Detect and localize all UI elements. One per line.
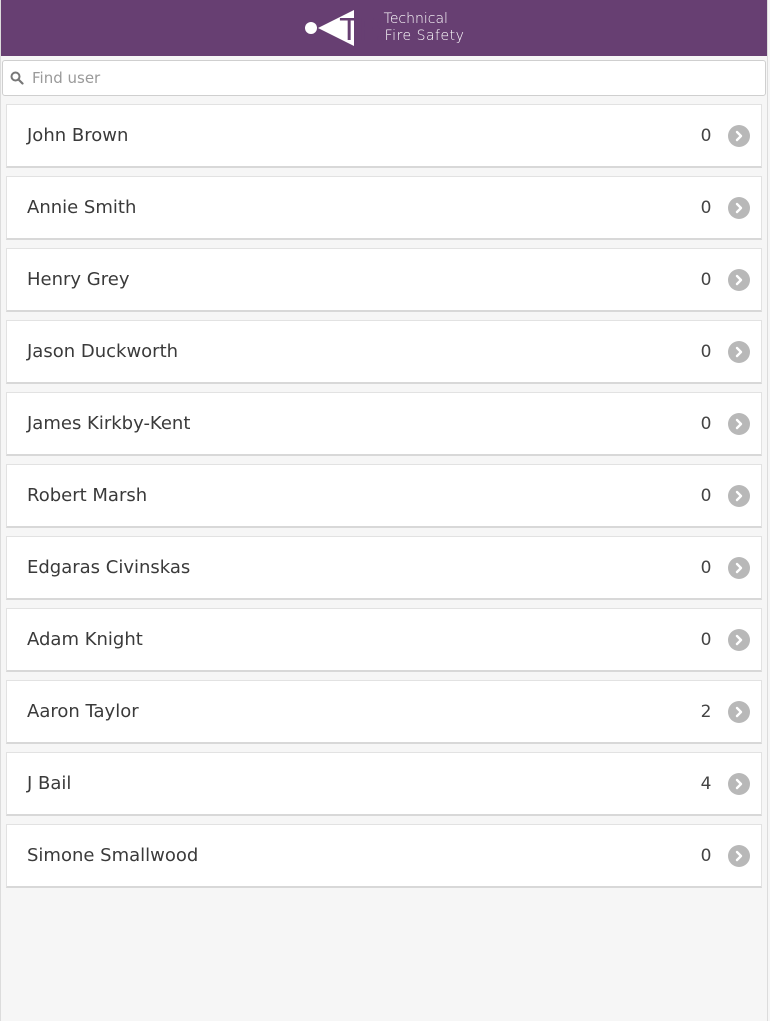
chevron-right-circle-icon[interactable] [728, 556, 750, 579]
user-row[interactable]: Henry Grey 0 [6, 248, 762, 312]
user-count: 0 [700, 557, 712, 578]
user-name: J Bail [27, 773, 72, 794]
user-name: James Kirkby-Kent [27, 413, 191, 434]
user-row[interactable]: Simone Smallwood 0 [6, 824, 762, 888]
chevron-right-circle-icon[interactable] [728, 124, 750, 147]
user-row[interactable]: Edgaras Civinskas 0 [6, 536, 762, 600]
user-name: Adam Knight [27, 629, 143, 650]
user-row[interactable]: James Kirkby-Kent 0 [6, 392, 762, 456]
user-row[interactable]: John Brown 0 [6, 104, 762, 168]
user-row[interactable]: Annie Smith 0 [6, 176, 762, 240]
user-row[interactable]: Robert Marsh 0 [6, 464, 762, 528]
user-row[interactable]: Adam Knight 0 [6, 608, 762, 672]
app-page: TFS Technical Fire Safety John Brown 0 [0, 0, 768, 1021]
logo-line-2: Fire Safety [384, 28, 465, 44]
user-count: 0 [700, 197, 712, 218]
chevron-right-circle-icon[interactable] [728, 700, 750, 723]
app-header: TFS Technical Fire Safety [1, 0, 767, 56]
logo-mark-text: TFS [339, 13, 382, 48]
user-name: Annie Smith [27, 197, 137, 218]
user-name: Jason Duckworth [27, 341, 179, 362]
user-count: 0 [700, 269, 712, 290]
user-row[interactable]: J Bail 4 [6, 752, 762, 816]
user-count: 2 [700, 701, 712, 722]
search-icon [6, 71, 28, 85]
user-name: Edgaras Civinskas [27, 557, 191, 578]
user-list: John Brown 0 Annie Smith 0 Henry Grey 0 … [1, 104, 767, 888]
user-count: 0 [700, 413, 712, 434]
chevron-right-circle-icon[interactable] [728, 772, 750, 795]
user-name: Simone Smallwood [27, 845, 199, 866]
search-input[interactable] [28, 63, 765, 93]
chevron-right-circle-icon[interactable] [728, 628, 750, 651]
user-name: John Brown [27, 125, 129, 146]
user-count: 0 [700, 845, 712, 866]
user-name: Henry Grey [27, 269, 130, 290]
user-name: Robert Marsh [27, 485, 148, 506]
chevron-right-circle-icon[interactable] [728, 412, 750, 435]
logo-text: Technical Fire Safety [384, 11, 465, 45]
chevron-right-circle-icon[interactable] [728, 340, 750, 363]
tfs-logo: TFS Technical Fire Safety [304, 8, 465, 48]
user-count: 0 [700, 125, 712, 146]
user-count: 0 [700, 341, 712, 362]
tfs-logo-mark-icon: TFS [304, 10, 382, 48]
chevron-right-circle-icon[interactable] [728, 484, 750, 507]
user-row[interactable]: Jason Duckworth 0 [6, 320, 762, 384]
chevron-right-circle-icon[interactable] [728, 844, 750, 867]
user-row[interactable]: Aaron Taylor 2 [6, 680, 762, 744]
search-bar [2, 60, 766, 96]
user-count: 0 [700, 485, 712, 506]
user-count: 0 [700, 629, 712, 650]
logo-line-1: Technical [383, 11, 448, 27]
user-name: Aaron Taylor [27, 701, 139, 722]
chevron-right-circle-icon[interactable] [728, 196, 750, 219]
chevron-right-circle-icon[interactable] [728, 268, 750, 291]
user-count: 4 [700, 773, 712, 794]
